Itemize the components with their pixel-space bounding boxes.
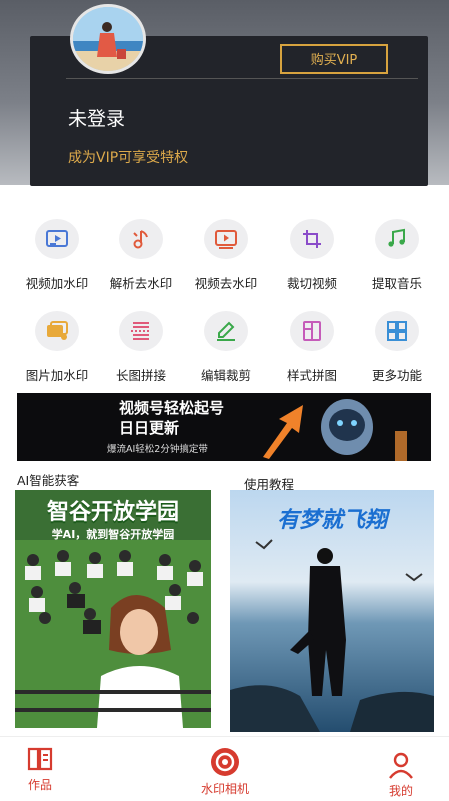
arrow-up-icon [263,405,303,459]
promo-ai-title: 智谷开放学园 [46,500,179,525]
pencil-icon [204,311,248,351]
card-divider [66,78,418,79]
long-image-stitch-icon [119,311,163,351]
tool-label: 编辑裁剪 [200,368,251,383]
tool-label: 样式拼图 [286,368,337,383]
banner-subheadline: 日日更新 [119,419,180,437]
tool-label: 裁切视频 [286,276,337,291]
promo-tutorial-title: 有梦就飞翔 [276,508,387,533]
tool-label: 更多功能 [371,368,422,383]
tab-mine[interactable]: 我的 [380,751,422,799]
tool-parse-remove-watermark[interactable]: 解析去水印 [99,219,183,292]
promo-banner[interactable]: 视频号轻松起号 日日更新 爆流AI轻松2分钟搞定带 [17,393,431,461]
vip-privilege-text: 成为VIP可享受特权 [68,150,189,166]
parse-remove-watermark-icon [119,219,163,259]
tool-more[interactable]: 更多功能 [355,311,439,384]
tool-style-collage[interactable]: 样式拼图 [270,311,354,384]
login-status[interactable]: 未登录 [68,104,125,131]
collage-icon [290,311,334,351]
tool-image-watermark[interactable]: 图片加水印 [15,311,99,384]
grid-more-icon [375,311,419,351]
bottom-tab-bar: 作品 水印相机 我的 [0,736,449,801]
tool-edit-crop[interactable]: 编辑裁剪 [184,311,268,384]
avatar[interactable] [70,4,146,74]
music-note-icon [375,219,419,259]
crop-icon [290,219,334,259]
user-profile-icon [389,752,413,779]
promo-ai-subtitle: 学AI，就到智谷开放学园 [51,528,175,541]
tool-label: 图片加水印 [25,368,89,383]
tool-label: 提取音乐 [371,276,422,291]
tool-label: 长图拼接 [115,368,166,383]
buy-vip-button[interactable]: 购买VIP [280,44,388,74]
tool-extract-music[interactable]: 提取音乐 [355,219,439,292]
banner-headline: 视频号轻松起号 [119,399,225,417]
tool-label: 视频加水印 [25,276,89,291]
promo-ai-card[interactable]: 智谷开放学园 学AI，就到智谷开放学园 [15,490,211,728]
tool-long-image-stitch[interactable]: 长图拼接 [99,311,183,384]
tab-works-label: 作品 [27,778,52,792]
camera-lens-icon [211,748,239,776]
tab-watermark-camera[interactable]: 水印相机 [187,747,263,797]
works-book-icon [27,747,53,771]
section-ai-label: AI智能获客 [17,473,80,488]
tab-works[interactable]: 作品 [16,745,64,793]
video-watermark-icon [35,219,79,259]
robot-illustration-icon [321,399,407,461]
tab-camera-label: 水印相机 [200,782,249,796]
tool-label: 视频去水印 [194,276,258,291]
video-remove-watermark-icon [204,219,248,259]
banner-caption: 爆流AI轻松2分钟搞定带 [107,444,208,455]
tool-video-watermark[interactable]: 视频加水印 [15,219,99,292]
promo-tutorial-card[interactable]: 有梦就飞翔 [230,490,434,732]
tool-crop-video[interactable]: 裁切视频 [270,219,354,292]
tool-label: 解析去水印 [109,276,173,291]
tool-video-remove-watermark[interactable]: 视频去水印 [184,219,268,292]
tab-mine-label: 我的 [388,784,413,798]
image-watermark-icon [35,311,79,351]
